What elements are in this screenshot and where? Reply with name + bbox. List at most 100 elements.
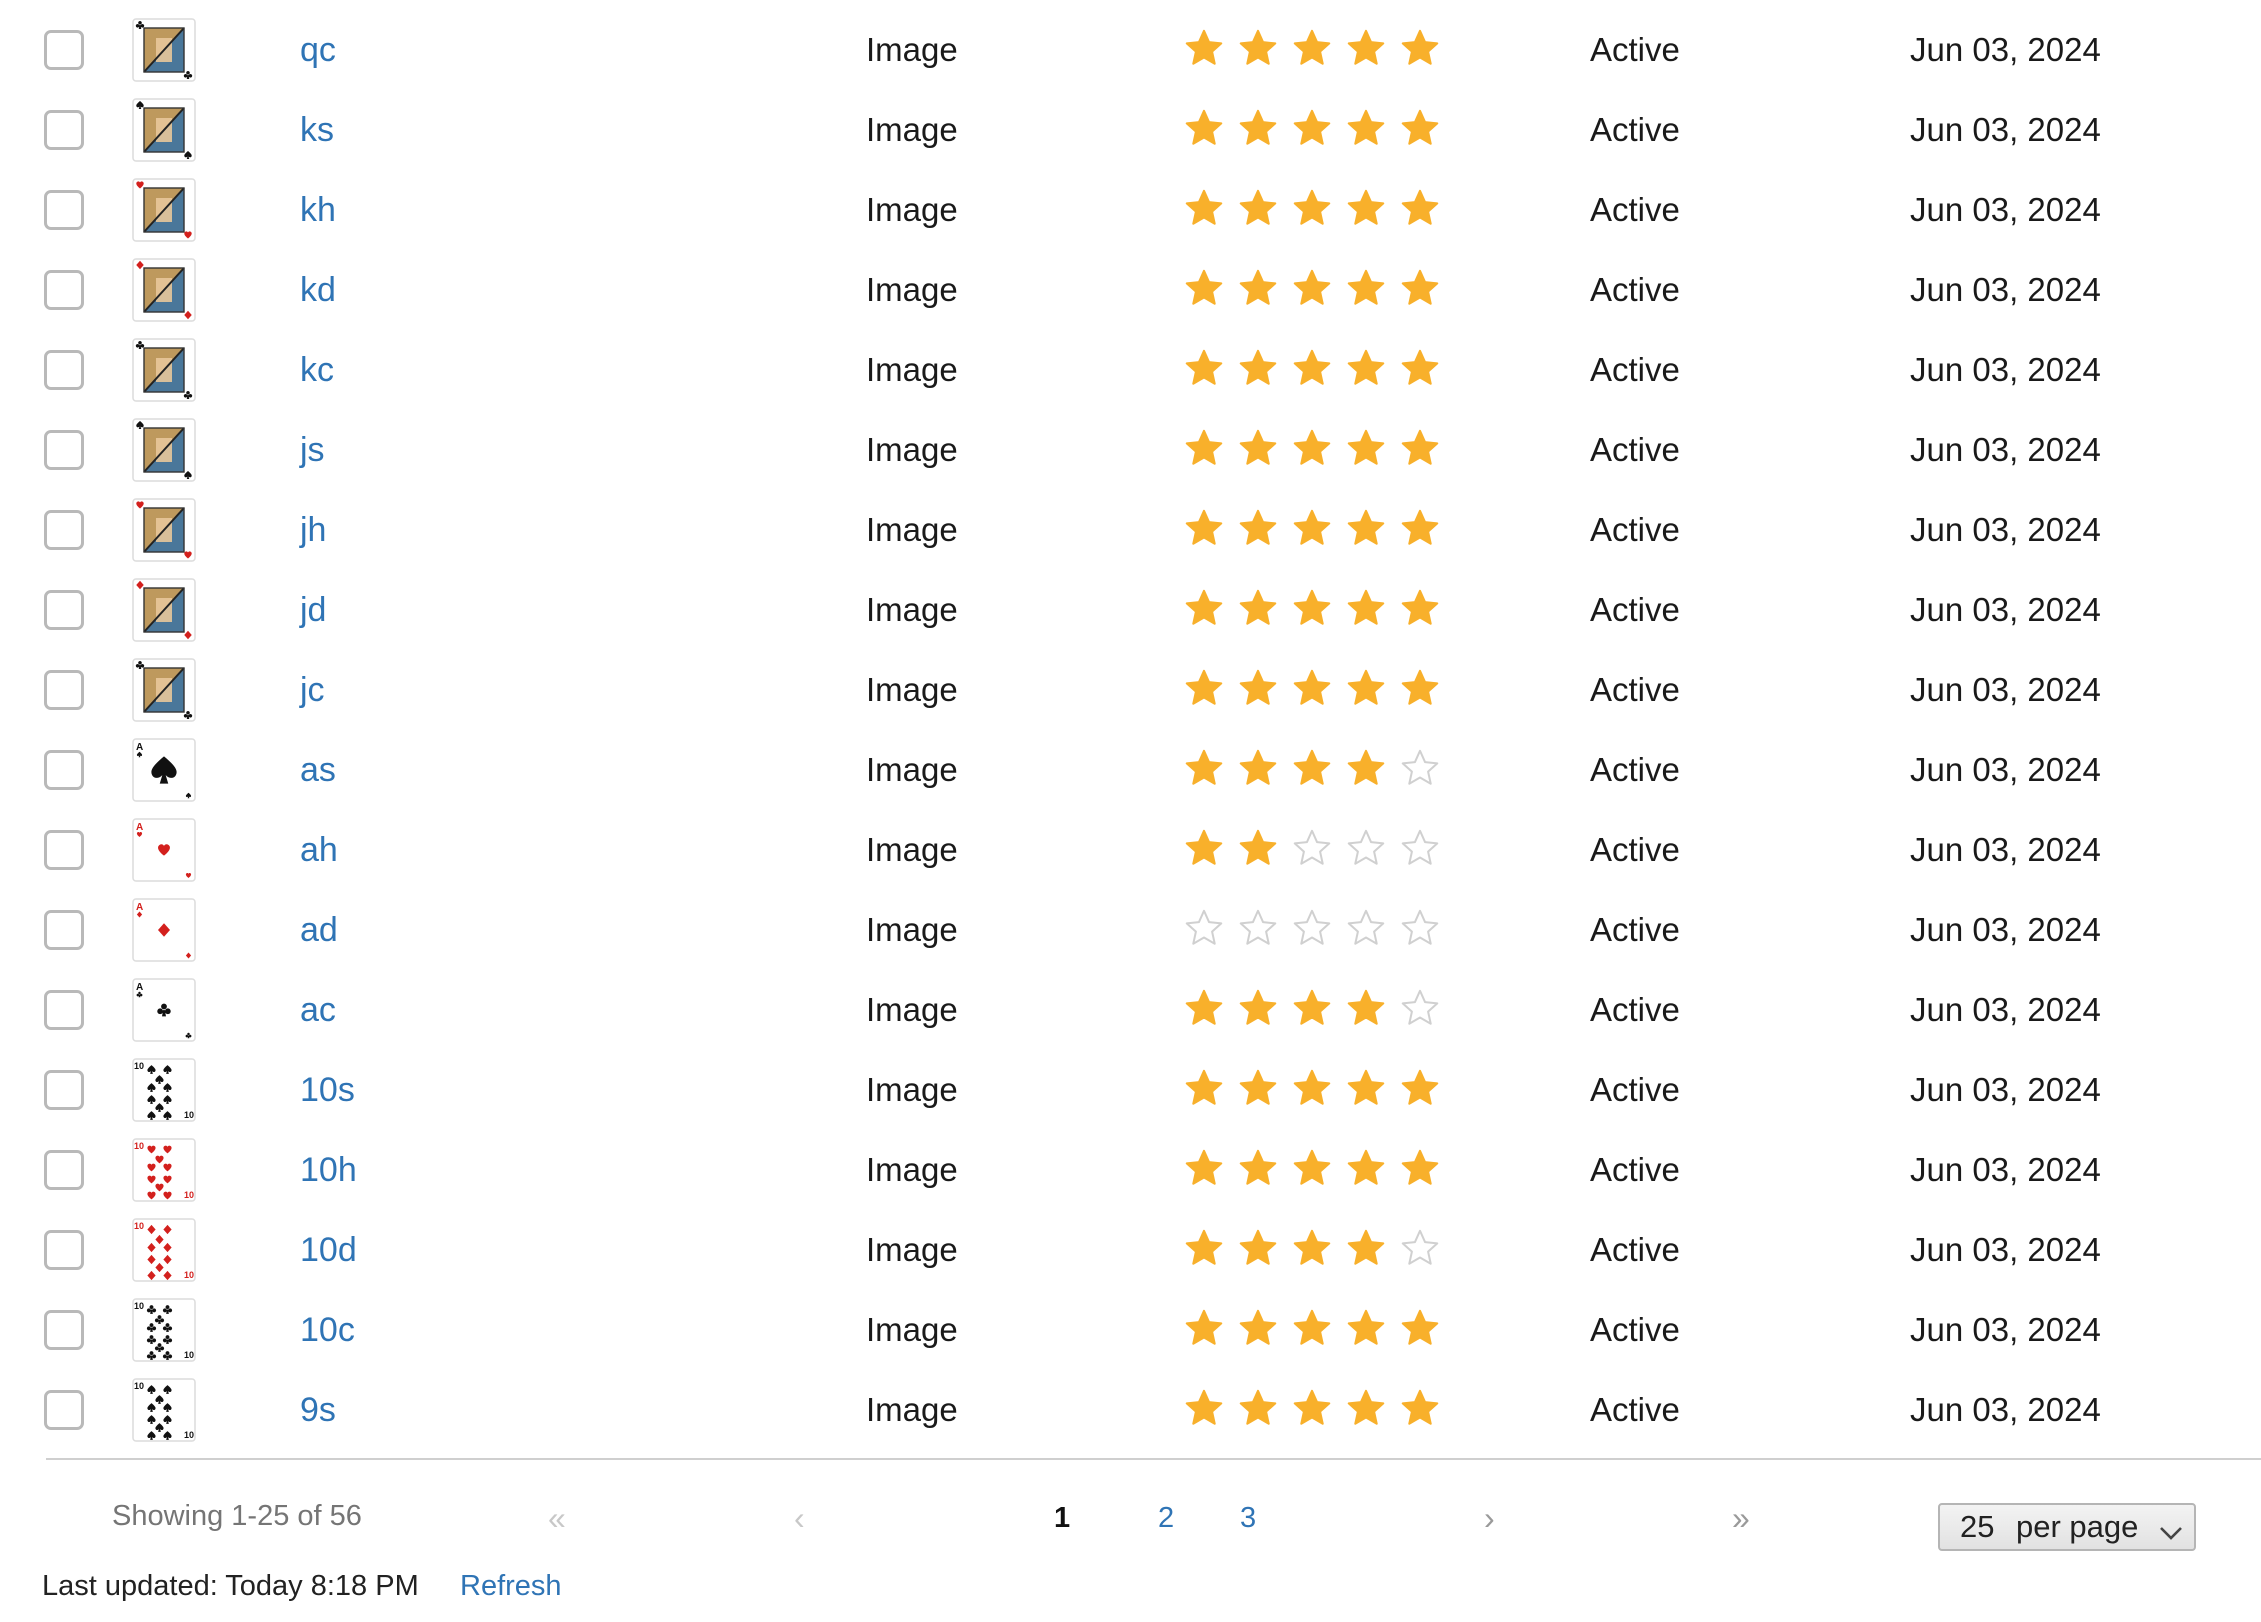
- row-checkbox[interactable]: [44, 510, 84, 550]
- star-empty-icon[interactable]: [1400, 988, 1440, 1032]
- row-checkbox[interactable]: [44, 30, 84, 70]
- card-thumbnail[interactable]: 10 10: [132, 1378, 198, 1442]
- star-filled-icon[interactable]: [1238, 1148, 1278, 1192]
- star-filled-icon[interactable]: [1292, 988, 1332, 1032]
- star-filled-icon[interactable]: [1346, 1228, 1386, 1272]
- star-filled-icon[interactable]: [1400, 28, 1440, 72]
- star-rating[interactable]: [1184, 988, 1440, 1032]
- per-page-select[interactable]: 25 per page: [1938, 1503, 2196, 1551]
- card-thumbnail[interactable]: 10 10: [132, 1298, 198, 1362]
- row-checkbox[interactable]: [44, 270, 84, 310]
- row-checkbox[interactable]: [44, 990, 84, 1030]
- item-name-link[interactable]: ah: [300, 810, 338, 890]
- item-name-link[interactable]: 10c: [300, 1290, 355, 1370]
- star-empty-icon[interactable]: [1400, 748, 1440, 792]
- star-rating[interactable]: [1184, 1068, 1440, 1112]
- row-checkbox[interactable]: [44, 1150, 84, 1190]
- star-filled-icon[interactable]: [1346, 1388, 1386, 1432]
- star-rating[interactable]: [1184, 268, 1440, 312]
- star-empty-icon[interactable]: [1292, 828, 1332, 872]
- star-rating[interactable]: [1184, 508, 1440, 552]
- star-rating[interactable]: [1184, 188, 1440, 232]
- star-filled-icon[interactable]: [1292, 1388, 1332, 1432]
- star-filled-icon[interactable]: [1346, 1148, 1386, 1192]
- card-thumbnail[interactable]: [132, 178, 198, 242]
- star-filled-icon[interactable]: [1238, 28, 1278, 72]
- star-rating[interactable]: [1184, 108, 1440, 152]
- star-rating[interactable]: [1184, 1388, 1440, 1432]
- row-checkbox[interactable]: [44, 1230, 84, 1270]
- card-thumbnail[interactable]: 10 10: [132, 1218, 198, 1282]
- row-checkbox[interactable]: [44, 350, 84, 390]
- item-name-link[interactable]: 10h: [300, 1130, 357, 1210]
- star-filled-icon[interactable]: [1346, 988, 1386, 1032]
- star-filled-icon[interactable]: [1346, 428, 1386, 472]
- star-rating[interactable]: [1184, 668, 1440, 712]
- star-rating[interactable]: [1184, 1308, 1440, 1352]
- card-thumbnail[interactable]: [132, 658, 198, 722]
- star-filled-icon[interactable]: [1400, 1388, 1440, 1432]
- row-checkbox[interactable]: [44, 110, 84, 150]
- star-filled-icon[interactable]: [1346, 268, 1386, 312]
- star-rating[interactable]: [1184, 1228, 1440, 1272]
- star-filled-icon[interactable]: [1238, 828, 1278, 872]
- item-name-link[interactable]: qc: [300, 10, 336, 90]
- first-page-button[interactable]: «: [548, 1498, 566, 1538]
- star-filled-icon[interactable]: [1292, 108, 1332, 152]
- item-name-link[interactable]: kh: [300, 170, 336, 250]
- star-empty-icon[interactable]: [1346, 908, 1386, 952]
- star-filled-icon[interactable]: [1346, 1068, 1386, 1112]
- star-filled-icon[interactable]: [1292, 188, 1332, 232]
- star-filled-icon[interactable]: [1184, 1228, 1224, 1272]
- card-thumbnail[interactable]: [132, 258, 198, 322]
- star-filled-icon[interactable]: [1184, 828, 1224, 872]
- item-name-link[interactable]: 10d: [300, 1210, 357, 1290]
- star-filled-icon[interactable]: [1238, 428, 1278, 472]
- star-rating[interactable]: [1184, 908, 1440, 952]
- card-thumbnail[interactable]: A: [132, 898, 198, 962]
- star-filled-icon[interactable]: [1184, 28, 1224, 72]
- star-filled-icon[interactable]: [1292, 1308, 1332, 1352]
- star-filled-icon[interactable]: [1238, 268, 1278, 312]
- star-filled-icon[interactable]: [1292, 268, 1332, 312]
- star-filled-icon[interactable]: [1184, 1388, 1224, 1432]
- star-filled-icon[interactable]: [1238, 188, 1278, 232]
- star-filled-icon[interactable]: [1238, 348, 1278, 392]
- star-empty-icon[interactable]: [1400, 828, 1440, 872]
- star-filled-icon[interactable]: [1292, 1068, 1332, 1112]
- star-filled-icon[interactable]: [1400, 508, 1440, 552]
- star-filled-icon[interactable]: [1292, 428, 1332, 472]
- star-filled-icon[interactable]: [1292, 748, 1332, 792]
- star-filled-icon[interactable]: [1346, 588, 1386, 632]
- star-filled-icon[interactable]: [1292, 1228, 1332, 1272]
- card-thumbnail[interactable]: A: [132, 738, 198, 802]
- star-rating[interactable]: [1184, 428, 1440, 472]
- star-filled-icon[interactable]: [1238, 588, 1278, 632]
- star-filled-icon[interactable]: [1346, 748, 1386, 792]
- card-thumbnail[interactable]: [132, 418, 198, 482]
- star-empty-icon[interactable]: [1346, 828, 1386, 872]
- row-checkbox[interactable]: [44, 590, 84, 630]
- star-filled-icon[interactable]: [1346, 188, 1386, 232]
- star-filled-icon[interactable]: [1184, 508, 1224, 552]
- star-filled-icon[interactable]: [1346, 28, 1386, 72]
- refresh-link[interactable]: Refresh: [460, 1570, 562, 1603]
- row-checkbox[interactable]: [44, 1310, 84, 1350]
- item-name-link[interactable]: jc: [300, 650, 325, 730]
- card-thumbnail[interactable]: 10 10: [132, 1138, 198, 1202]
- item-name-link[interactable]: jh: [300, 490, 326, 570]
- card-thumbnail[interactable]: [132, 18, 198, 82]
- star-filled-icon[interactable]: [1346, 108, 1386, 152]
- star-filled-icon[interactable]: [1184, 108, 1224, 152]
- row-checkbox[interactable]: [44, 430, 84, 470]
- star-filled-icon[interactable]: [1184, 428, 1224, 472]
- row-checkbox[interactable]: [44, 830, 84, 870]
- card-thumbnail[interactable]: A: [132, 818, 198, 882]
- star-filled-icon[interactable]: [1346, 508, 1386, 552]
- star-filled-icon[interactable]: [1400, 188, 1440, 232]
- star-rating[interactable]: [1184, 828, 1440, 872]
- star-filled-icon[interactable]: [1184, 1068, 1224, 1112]
- star-filled-icon[interactable]: [1292, 28, 1332, 72]
- row-checkbox[interactable]: [44, 1070, 84, 1110]
- page-3-button[interactable]: 3: [1240, 1498, 1256, 1538]
